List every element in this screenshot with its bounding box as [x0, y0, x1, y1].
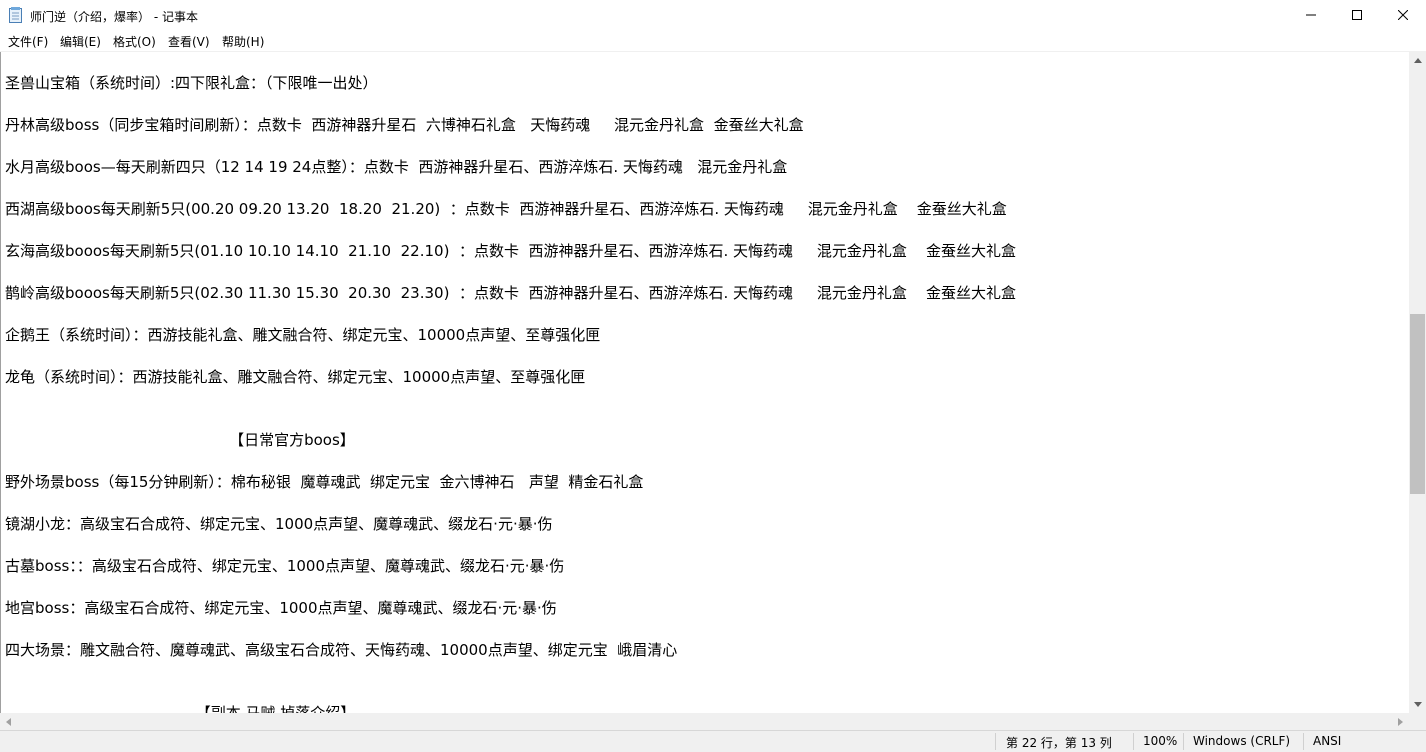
scroll-down-button[interactable]: [1409, 696, 1426, 713]
menu-file[interactable]: 文件(F): [8, 33, 48, 50]
menu-edit[interactable]: 编辑(E): [60, 33, 101, 50]
text-line: 镜湖小龙：高级宝石合成符、绑定元宝、1000点声望、魔尊魂武、缀龙石·元·暴·伤: [5, 515, 553, 533]
cursor-position: 第 22 行，第 13 列: [1006, 736, 1112, 750]
line-ending: Windows (CRLF): [1193, 734, 1291, 748]
text-line: 玄海高级booos每天刷新5只(01.10 10.10 14.10 21.10 …: [5, 242, 1016, 260]
close-button[interactable]: [1380, 0, 1426, 30]
text-line: 圣兽山宝箱（系统时间）:四下限礼盒：（下限唯一出处）: [5, 74, 378, 92]
text-line: 鹊岭高级booos每天刷新5只(02.30 11.30 15.30 20.30 …: [5, 284, 1016, 302]
text-editor[interactable]: 圣兽山宝箱（系统时间）:四下限礼盒：（下限唯一出处） 丹林高级boss（同步宝箱…: [0, 52, 1409, 713]
scroll-up-button[interactable]: [1409, 52, 1426, 69]
maximize-button[interactable]: [1334, 0, 1380, 30]
text-line: 丹林高级boss（同步宝箱时间刷新）：点数卡 西游神器升星石 六博神石礼盒 天悔…: [5, 116, 804, 134]
text-line: 野外场景boss（每15分钟刷新）：棉布秘银 魔尊魂武 绑定元宝 金六博神石 声…: [5, 473, 644, 491]
window-title: 师门逆（介绍，爆率） - 记事本: [30, 10, 198, 24]
horizontal-scrollbar[interactable]: [0, 713, 1409, 730]
maximize-icon: [1352, 10, 1362, 20]
minimize-icon: [1306, 14, 1316, 16]
text-line: 【日常官方boos】: [5, 431, 355, 449]
status-bar: 第 22 行，第 13 列 100% Windows (CRLF) ANSI: [0, 730, 1426, 752]
text-line: 古墓boss：：高级宝石合成符、绑定元宝、1000点声望、魔尊魂武、缀龙石·元·…: [5, 557, 565, 575]
text-line: 水月高级boos—每天刷新四只（12 14 19 24点整）：点数卡 西游神器升…: [5, 158, 788, 176]
text-line: 龙龟（系统时间）：西游技能礼盒、雕文融合符、绑定元宝、10000点声望、至尊强化…: [5, 368, 586, 386]
vertical-scroll-thumb[interactable]: [1410, 314, 1425, 494]
scrollbar-corner: [1409, 713, 1426, 730]
text-line: 西湖高级boos每天刷新5只(00.20 09.20 13.20 18.20 2…: [5, 200, 1007, 218]
menu-bar: 文件(F) 编辑(E) 格式(O) 查看(V) 帮助(H): [0, 30, 1426, 51]
close-icon: [1398, 10, 1408, 20]
text-line: 地宫boss：高级宝石合成符、绑定元宝、1000点声望、魔尊魂武、缀龙石·元·暴…: [5, 599, 557, 617]
status-divider: [995, 733, 996, 750]
scroll-left-button[interactable]: [0, 713, 17, 730]
chevron-up-icon: [1413, 58, 1422, 63]
menu-help[interactable]: 帮助(H): [222, 33, 264, 50]
chevron-left-icon: [6, 717, 11, 726]
status-divider: [1303, 733, 1304, 750]
notepad-icon: [9, 7, 23, 23]
zoom-level: 100%: [1143, 734, 1178, 748]
title-bar[interactable]: 师门逆（介绍，爆率） - 记事本: [0, 0, 1426, 30]
vertical-scrollbar[interactable]: [1409, 52, 1426, 713]
status-divider: [1133, 733, 1134, 750]
text-line: 【副本 马贼 掉落介绍】: [5, 704, 356, 713]
menu-view[interactable]: 查看(V): [168, 33, 210, 50]
status-divider: [1183, 733, 1184, 750]
chevron-down-icon: [1413, 702, 1422, 707]
text-line: 四大场景：雕文融合符、魔尊魂武、高级宝石合成符、天悔药魂、10000点声望、绑定…: [5, 641, 678, 659]
chevron-right-icon: [1398, 717, 1403, 726]
text-line: 企鹅王（系统时间）：西游技能礼盒、雕文融合符、绑定元宝、10000点声望、至尊强…: [5, 326, 601, 344]
menu-format[interactable]: 格式(O): [113, 33, 156, 50]
scroll-right-button[interactable]: [1392, 713, 1409, 730]
minimize-button[interactable]: [1288, 0, 1334, 30]
encoding: ANSI: [1313, 734, 1342, 748]
